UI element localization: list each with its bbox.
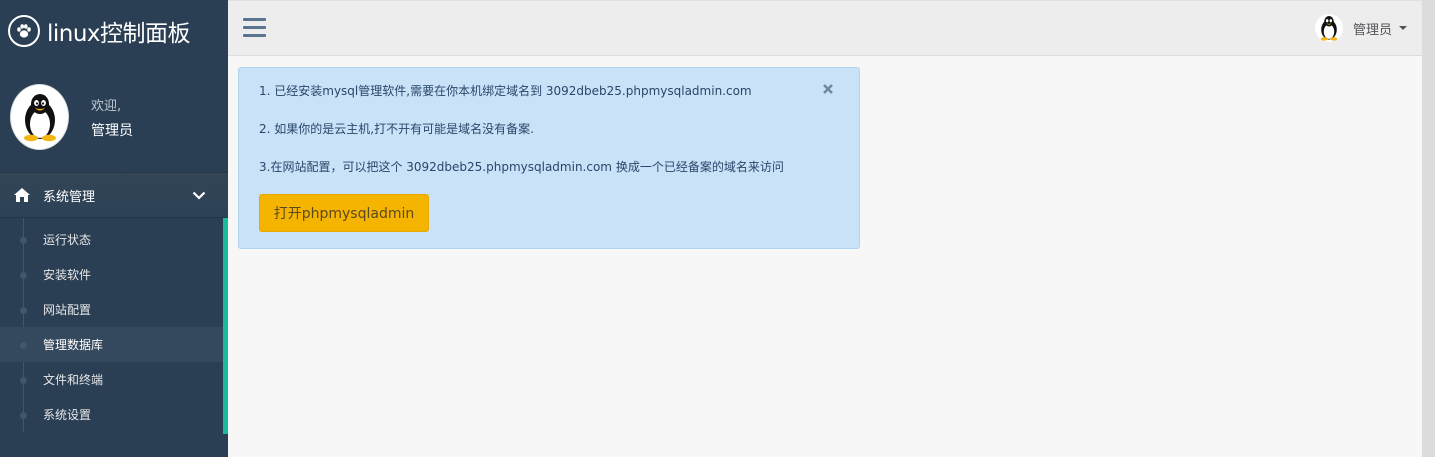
sidebar-item-label: 运行状态 bbox=[43, 233, 92, 247]
home-icon bbox=[14, 188, 30, 202]
side-menu: 系统管理 运行状态 安装软件 网站配置 管理数据库 文件和终端 系统设置 bbox=[0, 173, 228, 434]
profile-name: 管理员 bbox=[91, 122, 133, 139]
bullet-dot bbox=[20, 411, 27, 419]
brand-title: linux控制面板 bbox=[47, 21, 191, 47]
tux-icon bbox=[23, 94, 56, 142]
user-name: 管理员 bbox=[1352, 22, 1392, 38]
sidebar-item-label: 系统设置 bbox=[43, 408, 92, 422]
sidebar-item-site-config[interactable]: 网站配置 bbox=[0, 292, 223, 327]
sidebar-item-label: 安装软件 bbox=[43, 268, 92, 282]
user-dropdown[interactable]: 管理员 bbox=[1314, 14, 1407, 42]
top-navbar: 管理员 bbox=[228, 0, 1422, 56]
user-avatar bbox=[1314, 14, 1343, 42]
chevron-down-icon bbox=[192, 191, 206, 200]
sidebar-item-system-settings[interactable]: 系统设置 bbox=[0, 397, 223, 432]
menu-section-label: 系统管理 bbox=[43, 189, 96, 205]
open-phpmyadmin-button[interactable]: 打开phpmysqladmin bbox=[259, 194, 429, 232]
alert-line-2: 2. 如果你的是云主机,打不开有可能是域名没有备案. bbox=[259, 122, 534, 136]
sidebar-item-files-terminal[interactable]: 文件和终端 bbox=[0, 362, 223, 397]
close-icon[interactable] bbox=[821, 82, 835, 96]
sidebar-item-label: 管理数据库 bbox=[43, 338, 104, 352]
bullet-dot bbox=[20, 376, 27, 384]
sidebar: linux控制面板 欢迎, 管理员 系统管理 运行状态 安装软件 网站配置 管理… bbox=[0, 0, 228, 457]
submenu: 运行状态 安装软件 网站配置 管理数据库 文件和终端 系统设置 bbox=[0, 218, 228, 432]
scrollbar[interactable] bbox=[1422, 0, 1435, 457]
welcome-text: 欢迎, bbox=[91, 98, 122, 114]
tux-icon bbox=[1320, 16, 1338, 41]
avatar bbox=[10, 84, 69, 150]
sidebar-item-label: 网站配置 bbox=[43, 303, 92, 317]
bullet-dot bbox=[20, 341, 27, 349]
menu-section-system[interactable]: 系统管理 bbox=[0, 173, 228, 218]
alert-line-1: 1. 已经安装mysql管理软件,需要在你本机绑定域名到 3092dbeb25.… bbox=[259, 84, 752, 98]
sidebar-item-database[interactable]: 管理数据库 bbox=[0, 327, 223, 362]
sidebar-item-label: 文件和终端 bbox=[43, 373, 104, 387]
caret-down-icon bbox=[1399, 26, 1407, 30]
bullet-dot bbox=[20, 236, 27, 244]
bullet-dot bbox=[20, 306, 27, 314]
brand[interactable]: linux控制面板 bbox=[0, 0, 228, 62]
sidebar-item-install-software[interactable]: 安装软件 bbox=[0, 257, 223, 292]
user-profile: 欢迎, 管理员 bbox=[0, 62, 228, 173]
info-alert: 1. 已经安装mysql管理软件,需要在你本机绑定域名到 3092dbeb25.… bbox=[238, 67, 860, 249]
paw-icon bbox=[8, 15, 40, 47]
sidebar-item-status[interactable]: 运行状态 bbox=[0, 222, 223, 257]
bullet-dot bbox=[20, 271, 27, 279]
alert-line-3: 3.在网站配置，可以把这个 3092dbeb25.phpmysqladmin.c… bbox=[259, 160, 784, 174]
menu-toggle-icon[interactable] bbox=[243, 18, 266, 38]
